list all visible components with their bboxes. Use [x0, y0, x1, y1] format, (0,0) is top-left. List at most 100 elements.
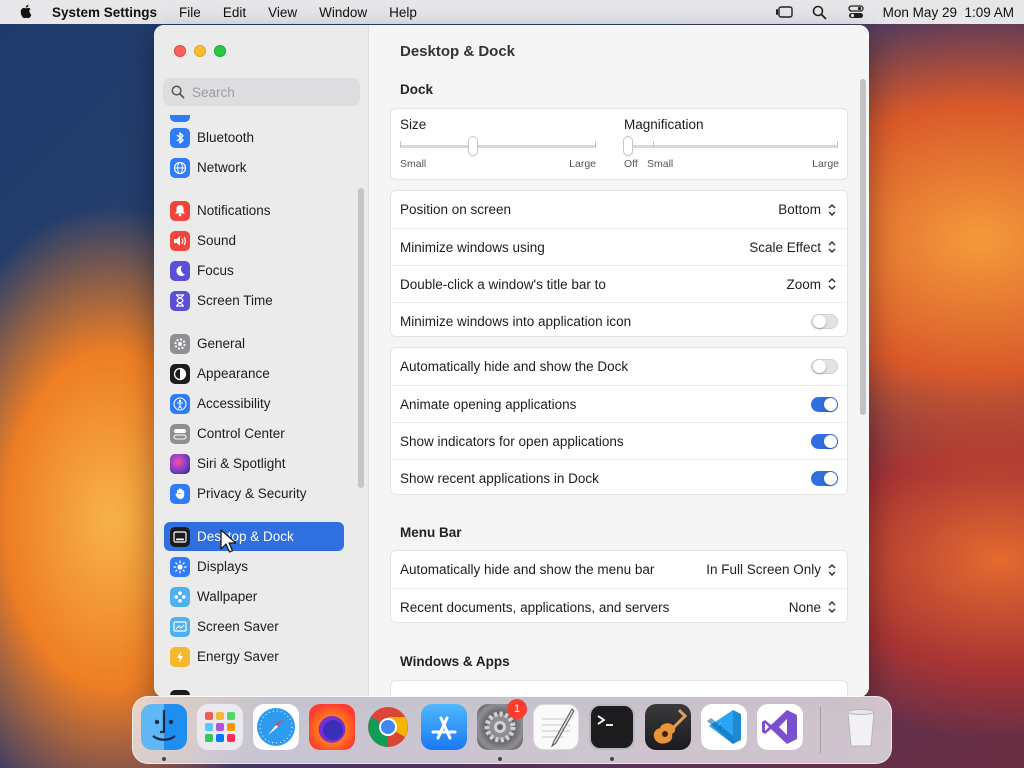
minimize-effect-value: Scale Effect — [749, 239, 821, 255]
textedit-icon — [542, 708, 575, 748]
chevron-up-down-icon — [828, 600, 836, 614]
menu-view[interactable]: View — [268, 5, 297, 20]
sidebar-item-privacy-security[interactable]: Privacy & Security — [164, 479, 344, 508]
bell-icon — [170, 200, 190, 221]
appearance-icon — [170, 363, 190, 384]
chrome-icon — [368, 707, 408, 747]
magnification-slider-track[interactable] — [624, 145, 838, 148]
menu-file[interactable]: File — [179, 5, 201, 20]
page-title: Desktop & Dock — [400, 43, 516, 60]
sidebar-item-accessibility[interactable]: Accessibility — [164, 389, 344, 418]
autohide-dock-toggle[interactable] — [811, 359, 838, 374]
sidebar-item-partial-bottom[interactable] — [164, 685, 344, 695]
position-row: Position on screen Bottom — [391, 191, 847, 228]
sidebar-item-appearance[interactable]: Appearance — [164, 359, 344, 388]
size-slider-track[interactable] — [400, 145, 596, 148]
sidebar-item-label: Desktop & Dock — [197, 529, 294, 544]
zoom-window-button[interactable] — [214, 45, 226, 57]
magnification-tick-small — [653, 141, 654, 148]
mouse-cursor-icon — [220, 529, 236, 553]
content-scrollbar[interactable] — [860, 79, 866, 415]
recent-apps-label: Show recent applications in Dock — [400, 470, 599, 486]
guitar-icon — [653, 708, 688, 744]
autohide-dock-label: Automatically hide and show the Dock — [400, 359, 629, 374]
sidebar-item-label: Displays — [197, 559, 249, 574]
speaker-icon — [170, 230, 190, 251]
control-center-icon[interactable] — [847, 4, 865, 20]
minimize-effect-popup[interactable]: Scale Effect — [749, 239, 838, 255]
dock-textedit[interactable] — [533, 704, 579, 750]
bluetooth-icon — [170, 127, 190, 148]
chevron-up-down-icon — [828, 277, 836, 291]
minimize-window-button[interactable] — [194, 45, 206, 57]
magnification-slider-knob[interactable] — [624, 137, 632, 155]
app-menu-system-settings[interactable]: System Settings — [52, 5, 157, 20]
dock-firefox[interactable] — [309, 704, 355, 750]
close-window-button[interactable] — [174, 45, 186, 57]
wallpaper-icon — [170, 586, 190, 607]
accessibility-icon — [170, 393, 190, 414]
sidebar-item-focus[interactable]: Focus — [164, 256, 344, 285]
menu-edit[interactable]: Edit — [223, 5, 246, 20]
double-click-popup[interactable]: Zoom — [786, 276, 838, 292]
size-slider-knob[interactable] — [468, 137, 477, 155]
spotlight-search-icon[interactable] — [811, 4, 829, 20]
size-tick-max — [595, 141, 596, 148]
indicators-toggle[interactable] — [811, 433, 838, 449]
dock-app-store[interactable] — [421, 704, 467, 750]
menu-bar-clock[interactable]: Mon May 29 1:09 AM — [883, 5, 1014, 20]
menubar-autohide-popup[interactable]: In Full Screen Only — [706, 562, 838, 578]
magnification-off-label: Off — [624, 158, 638, 170]
sidebar-item-bluetooth[interactable]: Bluetooth — [164, 123, 344, 152]
search-field[interactable] — [163, 78, 360, 106]
sidebar-item-displays[interactable]: Displays — [164, 552, 344, 581]
sidebar-item-wallpaper[interactable]: Wallpaper — [164, 582, 344, 611]
recent-docs-row: Recent documents, applications, and serv… — [391, 588, 847, 625]
apple-menu-icon[interactable] — [18, 3, 34, 19]
finder-icon — [152, 710, 176, 741]
sidebar-item-label: Appearance — [197, 366, 270, 381]
content-pane: Desktop & Dock Dock Size Small Large Mag… — [369, 25, 869, 697]
sidebar-item-siri-spotlight[interactable]: Siri & Spotlight — [164, 449, 344, 478]
sidebar-item-control-center[interactable]: Control Center — [164, 419, 344, 448]
dock-launchpad[interactable] — [197, 704, 243, 750]
dock-finder[interactable] — [141, 704, 187, 750]
dock-system-settings[interactable]: 1 — [477, 699, 527, 750]
dock-chrome[interactable] — [365, 704, 411, 750]
sidebar-item-screen-saver[interactable]: Screen Saver — [164, 612, 344, 641]
sidebar-item-label: Notifications — [197, 203, 271, 218]
menubar-autohide-value: In Full Screen Only — [706, 562, 821, 577]
menu-window[interactable]: Window — [319, 5, 367, 20]
chevron-up-down-icon — [828, 563, 836, 576]
recent-docs-popup[interactable]: None — [789, 599, 838, 615]
dock-trash[interactable] — [838, 704, 884, 750]
magnification-small-label: Small — [647, 158, 674, 170]
recent-apps-toggle[interactable] — [811, 470, 838, 486]
dock-visual-studio[interactable] — [757, 704, 803, 750]
magnification-slider-block: Magnification Off Small Large — [624, 109, 839, 179]
minimize-into-icon-toggle[interactable] — [811, 313, 838, 329]
sidebar-scrollbar[interactable] — [358, 188, 364, 488]
sidebar-item-sound[interactable]: Sound — [164, 226, 344, 255]
position-popup[interactable]: Bottom — [778, 202, 838, 218]
sidebar-item-desktop-dock[interactable]: Desktop & Dock — [164, 522, 344, 551]
sidebar-item-screen-time[interactable]: Screen Time — [164, 286, 344, 315]
menubar-autohide-row: Automatically hide and show the menu bar… — [391, 551, 847, 588]
windows-apps-group — [390, 680, 848, 697]
hand-icon — [170, 483, 190, 504]
sidebar-item-label: Energy Saver — [197, 649, 279, 664]
sidebar-item-energy-saver[interactable]: Energy Saver — [164, 642, 344, 671]
chevron-up-down-icon — [828, 203, 836, 216]
dock-vscode[interactable] — [701, 704, 747, 750]
stage-manager-icon[interactable] — [775, 4, 793, 20]
sidebar-item-notifications[interactable]: Notifications — [164, 196, 344, 225]
search-input[interactable] — [192, 84, 352, 100]
dock-garageband[interactable] — [645, 704, 691, 750]
sidebar-item-general[interactable]: General — [164, 329, 344, 358]
sidebar-item-network[interactable]: Network — [164, 153, 344, 182]
dock-safari[interactable] — [253, 704, 299, 750]
animate-apps-toggle[interactable] — [811, 396, 838, 412]
menu-help[interactable]: Help — [389, 5, 417, 20]
double-click-row: Double-click a window's title bar to Zoo… — [391, 265, 847, 302]
dock-terminal[interactable] — [589, 704, 635, 750]
